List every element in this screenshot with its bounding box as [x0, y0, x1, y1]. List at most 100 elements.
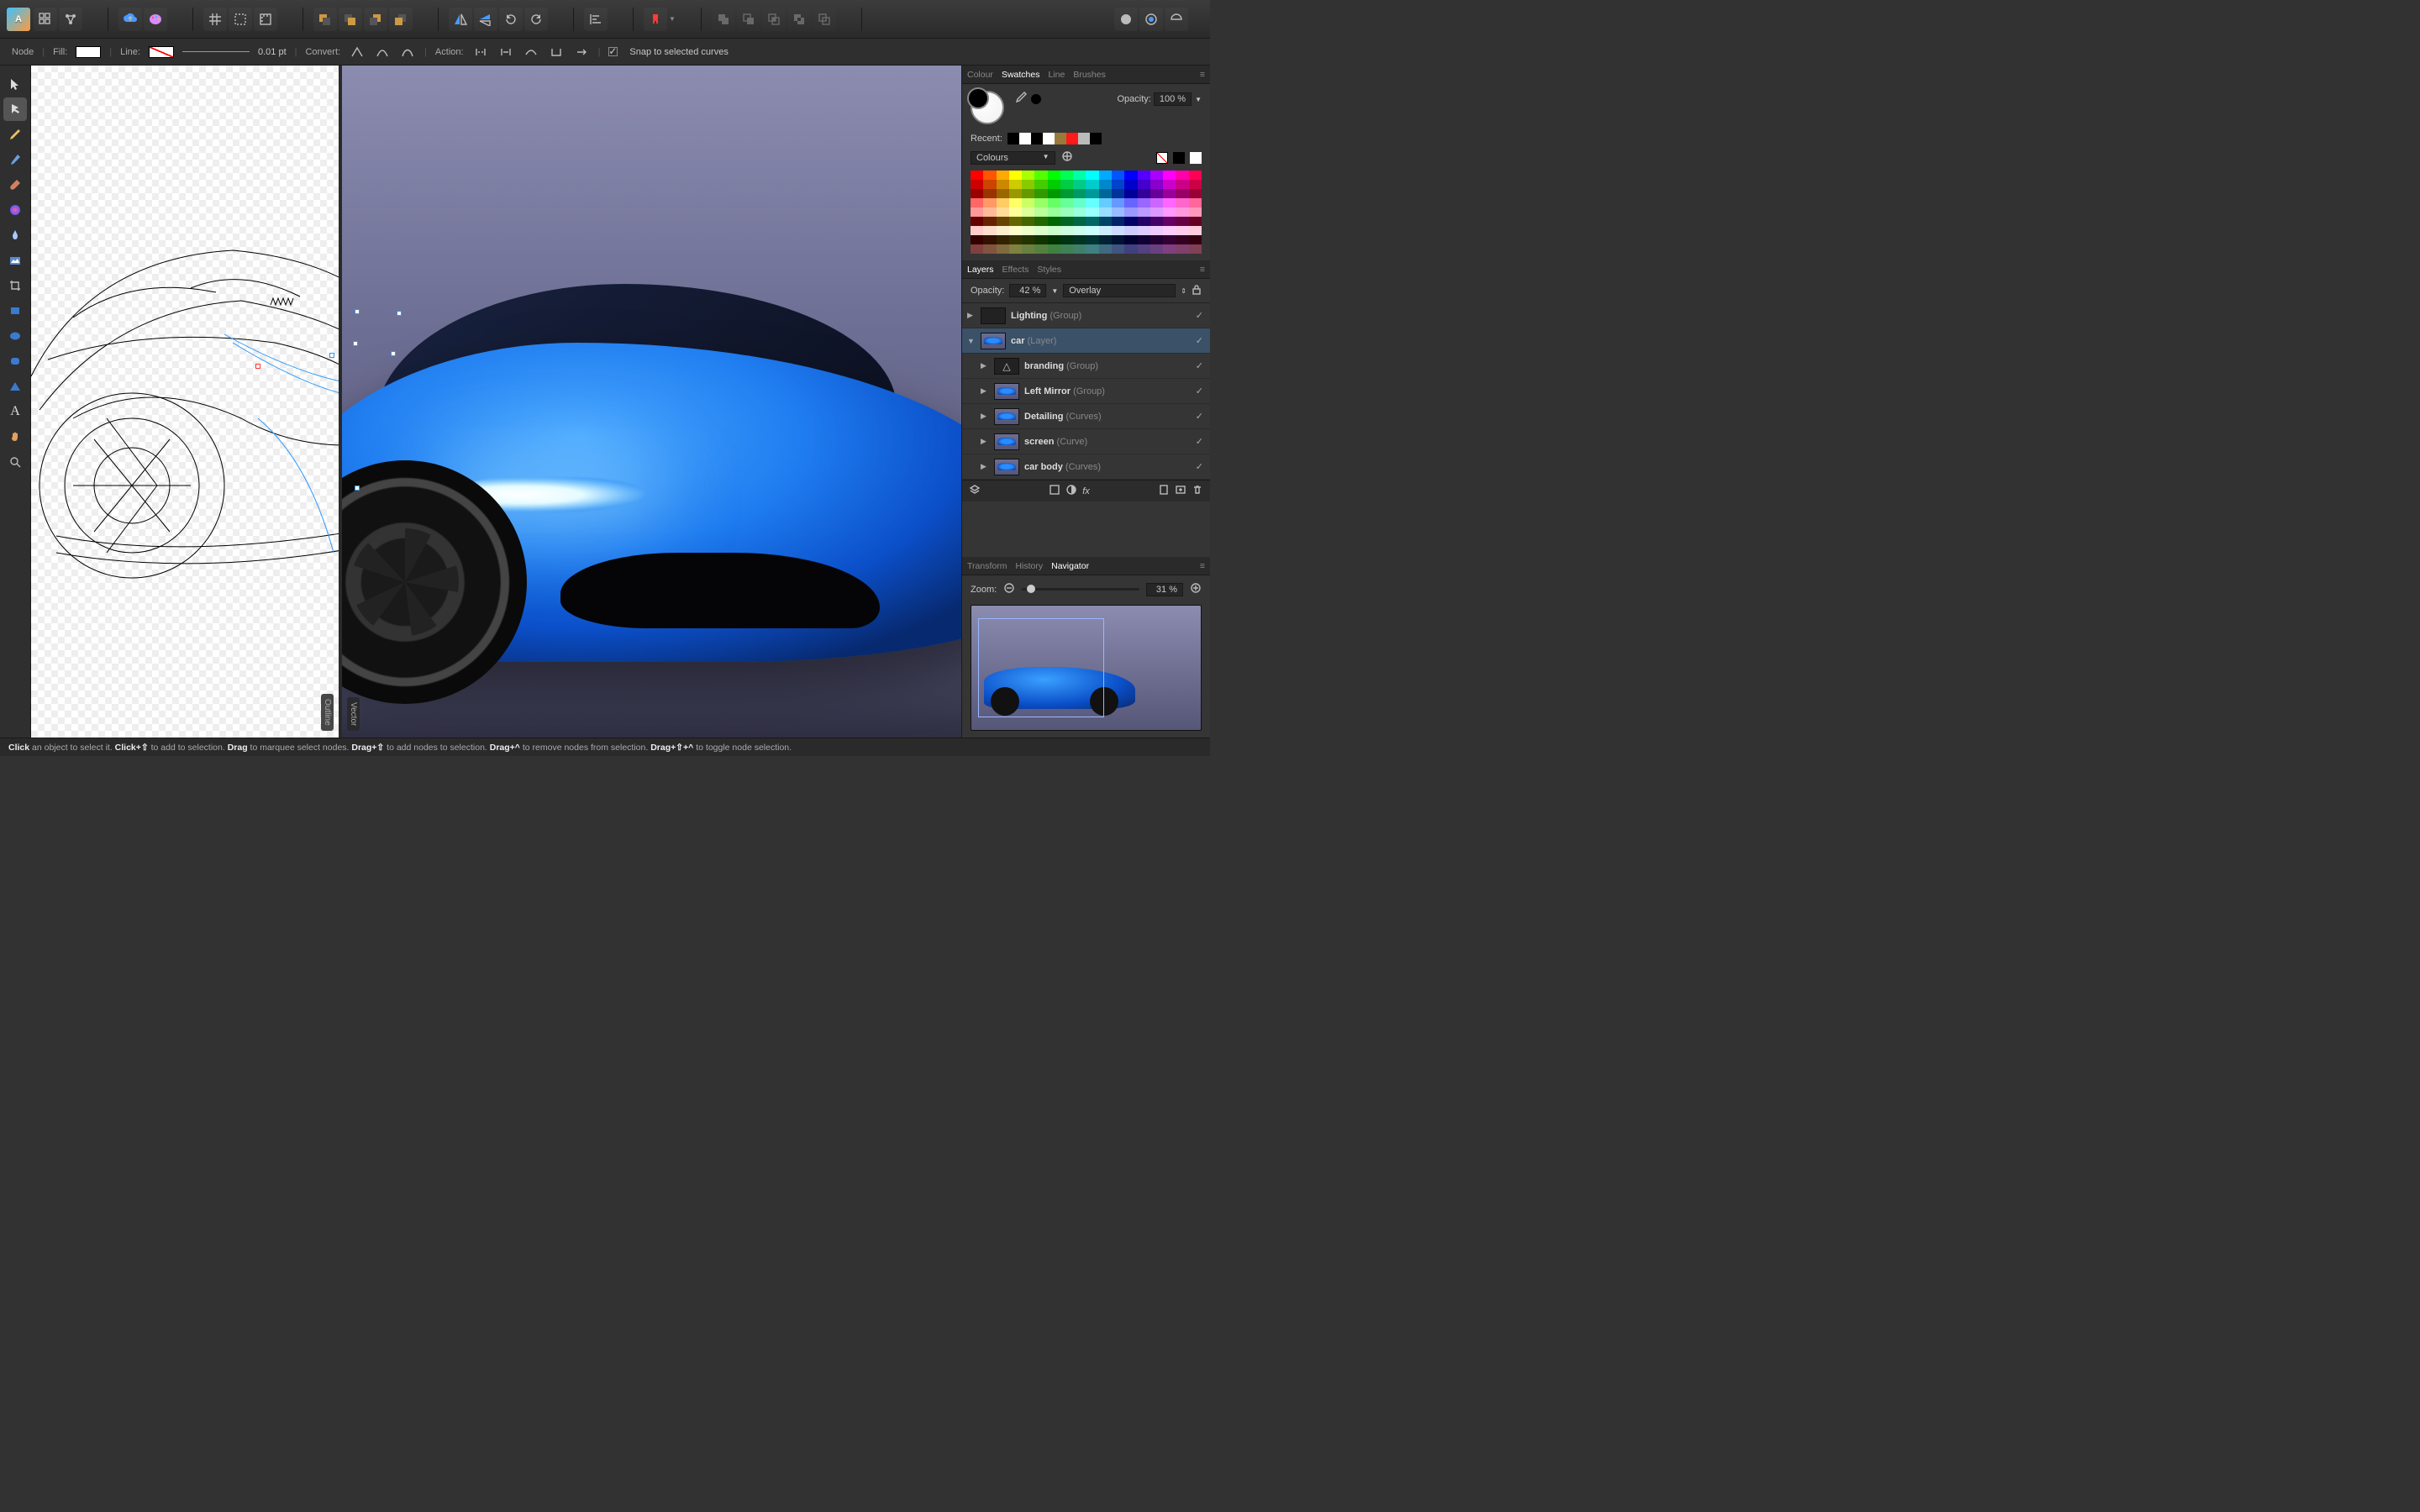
- swatch-cell[interactable]: [1060, 226, 1073, 235]
- zoom-value-input[interactable]: 31 %: [1146, 583, 1183, 596]
- swatch-cell[interactable]: [1073, 180, 1086, 189]
- swatch-cell[interactable]: [1034, 189, 1047, 198]
- swatch-cell[interactable]: [1150, 198, 1163, 207]
- chevron-down-icon[interactable]: ▼: [669, 15, 676, 23]
- layer-opacity-input[interactable]: 42 %: [1009, 284, 1046, 297]
- swatch-cell[interactable]: [997, 189, 1009, 198]
- black-swatch[interactable]: [1173, 152, 1185, 164]
- tab-navigator[interactable]: Navigator: [1051, 561, 1089, 571]
- swatch-cell[interactable]: [1073, 217, 1086, 226]
- vector-split-label[interactable]: Vector: [347, 697, 360, 731]
- swatch-cell[interactable]: [1124, 244, 1137, 254]
- swatch-cell[interactable]: [1073, 235, 1086, 244]
- swatch-cell[interactable]: [1060, 207, 1073, 217]
- swatch-cell[interactable]: [1009, 226, 1022, 235]
- swatch-cell[interactable]: [997, 226, 1009, 235]
- swatch-cell[interactable]: [1048, 207, 1060, 217]
- swatch-cell[interactable]: [997, 235, 1009, 244]
- rendered-viewport[interactable]: △ Vector: [342, 66, 961, 738]
- recent-swatch[interactable]: [1066, 133, 1078, 144]
- swatch-cell[interactable]: [1022, 226, 1034, 235]
- swatch-cell[interactable]: [1150, 217, 1163, 226]
- visibility-checkbox[interactable]: ✓: [1196, 360, 1203, 371]
- break-curve-icon[interactable]: [472, 44, 489, 60]
- convert-smart-icon[interactable]: [399, 44, 416, 60]
- swatch-cell[interactable]: [1022, 171, 1034, 180]
- swatch-cell[interactable]: [1163, 235, 1176, 244]
- tab-transform[interactable]: Transform: [967, 561, 1007, 571]
- recent-swatch[interactable]: [1055, 133, 1066, 144]
- panel-menu-icon[interactable]: ≡: [1200, 70, 1205, 80]
- swatch-cell[interactable]: [1138, 235, 1150, 244]
- swatch-cell[interactable]: [1048, 189, 1060, 198]
- swatch-cell[interactable]: [1176, 244, 1188, 254]
- snap-checkbox[interactable]: [608, 47, 618, 56]
- disclosure-icon[interactable]: ▶: [967, 311, 976, 320]
- swatch-cell[interactable]: [983, 207, 996, 217]
- layers-stack-icon[interactable]: [969, 484, 981, 498]
- swatch-grid[interactable]: [971, 171, 1202, 254]
- visibility-checkbox[interactable]: ✓: [1196, 411, 1203, 422]
- swatch-cell[interactable]: [1086, 235, 1098, 244]
- swatch-cell[interactable]: [1060, 171, 1073, 180]
- layer-row[interactable]: ▶Left Mirror (Group)✓: [962, 379, 1210, 404]
- swatch-cell[interactable]: [1034, 244, 1047, 254]
- swatch-cell[interactable]: [1189, 207, 1202, 217]
- swatch-cell[interactable]: [1124, 235, 1137, 244]
- visibility-checkbox[interactable]: ✓: [1196, 310, 1203, 321]
- swatch-cell[interactable]: [1034, 226, 1047, 235]
- rectangle-tool-icon[interactable]: [3, 299, 27, 323]
- swatch-cell[interactable]: [1073, 171, 1086, 180]
- swatch-cell[interactable]: [1138, 226, 1150, 235]
- swatch-cell[interactable]: [1086, 226, 1098, 235]
- swatch-cell[interactable]: [1060, 217, 1073, 226]
- flip-horizontal-icon[interactable]: [449, 8, 472, 31]
- swatch-cell[interactable]: [1022, 235, 1034, 244]
- chevron-down-icon[interactable]: ▼: [1195, 96, 1202, 103]
- swatch-cell[interactable]: [1073, 226, 1086, 235]
- swatch-cell[interactable]: [1086, 207, 1098, 217]
- swatch-cell[interactable]: [1048, 235, 1060, 244]
- place-image-tool-icon[interactable]: [3, 249, 27, 272]
- recent-swatch[interactable]: [1007, 133, 1019, 144]
- text-tool-icon[interactable]: A: [3, 400, 27, 423]
- flip-vertical-icon[interactable]: [474, 8, 497, 31]
- swatch-cell[interactable]: [1124, 217, 1137, 226]
- pencil-tool-icon[interactable]: [3, 148, 27, 171]
- zoom-tool-icon[interactable]: [3, 450, 27, 474]
- layer-row[interactable]: ▶Detailing (Curves)✓: [962, 404, 1210, 429]
- swatch-cell[interactable]: [1176, 198, 1188, 207]
- swatch-cell[interactable]: [1073, 198, 1086, 207]
- swatch-cell[interactable]: [1176, 207, 1188, 217]
- layer-row[interactable]: ▼car (Layer)✓: [962, 328, 1210, 354]
- swatch-cell[interactable]: [1124, 226, 1137, 235]
- swatch-cell[interactable]: [971, 226, 983, 235]
- swatch-preset-select[interactable]: Colours▼: [971, 151, 1055, 165]
- swatch-cell[interactable]: [1163, 180, 1176, 189]
- swatch-cell[interactable]: [1086, 217, 1098, 226]
- rotate-ccw-icon[interactable]: [499, 8, 523, 31]
- lock-icon[interactable]: [1192, 285, 1202, 297]
- swatch-cell[interactable]: [1138, 207, 1150, 217]
- swatch-cell[interactable]: [1086, 189, 1098, 198]
- swatch-cell[interactable]: [1138, 189, 1150, 198]
- swatch-cell[interactable]: [983, 180, 996, 189]
- panel-menu-icon[interactable]: ≡: [1200, 265, 1205, 275]
- canvas-area[interactable]: Outline △ Vector: [31, 66, 961, 738]
- swatch-cell[interactable]: [1189, 189, 1202, 198]
- tab-history[interactable]: History: [1015, 561, 1043, 571]
- swatch-cell[interactable]: [971, 171, 983, 180]
- tab-layers[interactable]: Layers: [967, 265, 994, 275]
- swatch-cell[interactable]: [1112, 244, 1124, 254]
- swatch-cell[interactable]: [1086, 171, 1098, 180]
- swatch-cell[interactable]: [1034, 207, 1047, 217]
- swatch-cell[interactable]: [1189, 244, 1202, 254]
- swatch-cell[interactable]: [1060, 180, 1073, 189]
- swatch-cell[interactable]: [983, 244, 996, 254]
- visibility-checkbox[interactable]: ✓: [1196, 436, 1203, 447]
- swatch-cell[interactable]: [1073, 189, 1086, 198]
- swatch-cell[interactable]: [1138, 171, 1150, 180]
- swatch-cell[interactable]: [1124, 180, 1137, 189]
- rotate-cw-icon[interactable]: [524, 8, 548, 31]
- swatch-cell[interactable]: [1124, 189, 1137, 198]
